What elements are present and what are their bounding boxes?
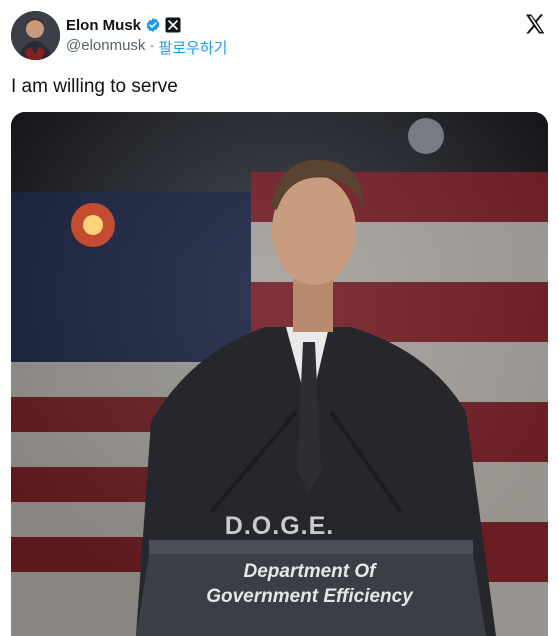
podium-line-1: Department Of xyxy=(243,561,376,582)
podium-line-2: Government Efficiency xyxy=(206,586,413,607)
separator-dot: · xyxy=(149,37,155,54)
podium-acronym: D.O.G.E. xyxy=(224,512,335,540)
handle-row: @elonmusk · 팔로우하기 xyxy=(66,37,227,58)
x-logo-icon[interactable] xyxy=(523,12,547,36)
verified-badge-icon xyxy=(146,18,160,32)
display-name[interactable]: Elon Musk xyxy=(66,17,141,34)
media-illustration xyxy=(11,112,548,636)
avatar[interactable] xyxy=(11,11,60,60)
tweet-text: I am willing to serve xyxy=(11,76,178,97)
name-row: Elon Musk xyxy=(66,15,181,35)
tweet-header: Elon Musk @elonmusk · 팔로우하기 xyxy=(0,0,559,70)
podium-caption: Department Of Government Efficiency xyxy=(151,559,468,609)
avatar-image xyxy=(11,11,60,60)
x-badge-icon xyxy=(165,17,181,33)
tweet-media[interactable]: D.O.G.E. Department Of Government Effici… xyxy=(11,112,548,636)
handle[interactable]: @elonmusk xyxy=(66,37,145,58)
follow-button[interactable]: 팔로우하기 xyxy=(158,37,227,58)
